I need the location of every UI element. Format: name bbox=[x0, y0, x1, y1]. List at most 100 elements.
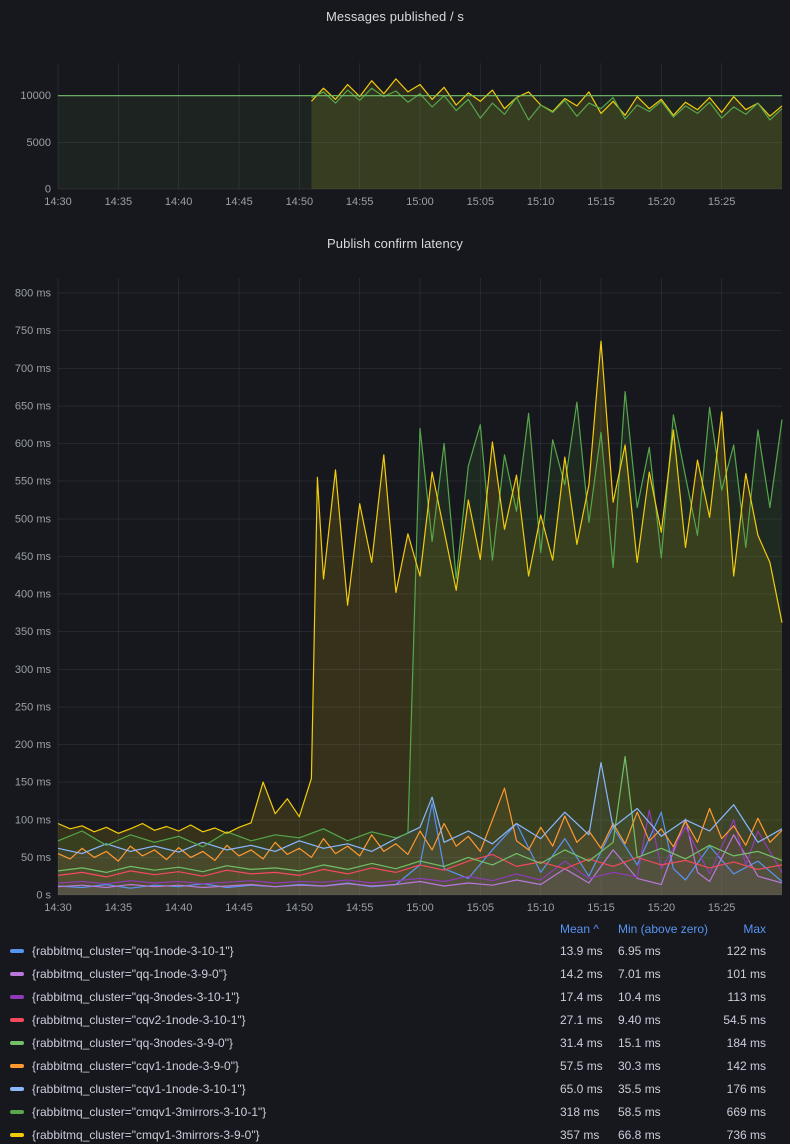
publish-confirm-latency-chart[interactable]: 0 s50 ms100 ms150 ms200 ms250 ms300 ms35… bbox=[0, 270, 790, 918]
legend-mean-value: 17.4 ms bbox=[560, 990, 618, 1004]
legend-header-row: Mean ^ Min (above zero) Max bbox=[0, 918, 790, 939]
series-color-swatch bbox=[10, 995, 24, 999]
legend-min-value: 15.1 ms bbox=[618, 1036, 718, 1050]
legend-min-value: 6.95 ms bbox=[618, 944, 718, 958]
y-tick-label: 10000 bbox=[20, 90, 51, 102]
series-label: {rabbitmq_cluster="cqv1-1node-3-10-1"} bbox=[32, 1082, 246, 1096]
legend-series-cell[interactable]: {rabbitmq_cluster="cqv1-1node-3-10-1"} bbox=[0, 1082, 560, 1096]
x-tick-label: 15:25 bbox=[708, 902, 736, 914]
legend-mean-value: 57.5 ms bbox=[560, 1059, 618, 1073]
legend-series-cell[interactable]: {rabbitmq_cluster="cqv2-1node-3-10-1"} bbox=[0, 1013, 560, 1027]
x-tick-label: 14:45 bbox=[225, 196, 253, 208]
x-tick-label: 15:00 bbox=[406, 902, 434, 914]
x-tick-label: 14:30 bbox=[44, 902, 72, 914]
y-tick-label: 150 ms bbox=[15, 777, 52, 789]
legend-row[interactable]: {rabbitmq_cluster="cmqv1-3mirrors-3-10-1… bbox=[0, 1100, 790, 1123]
legend-min-value: 66.8 ms bbox=[618, 1128, 718, 1142]
y-tick-label: 600 ms bbox=[15, 438, 52, 450]
legend-series-cell[interactable]: {rabbitmq_cluster="cmqv1-3mirrors-3-10-1… bbox=[0, 1105, 560, 1119]
y-tick-label: 50 ms bbox=[21, 852, 51, 864]
x-tick-label: 15:15 bbox=[587, 902, 615, 914]
y-tick-label: 650 ms bbox=[15, 400, 52, 412]
series-label: {rabbitmq_cluster="qq-3nodes-3-9-0"} bbox=[32, 1036, 233, 1050]
legend-series-cell[interactable]: {rabbitmq_cluster="qq-3nodes-3-10-1"} bbox=[0, 990, 560, 1004]
legend-max-value: 184 ms bbox=[718, 1036, 766, 1050]
series-color-swatch bbox=[10, 1018, 24, 1022]
legend-mean-value: 31.4 ms bbox=[560, 1036, 618, 1050]
messages-published-chart[interactable]: 050001000014:3014:3514:4014:4514:5014:55… bbox=[0, 40, 790, 212]
legend-table: Mean ^ Min (above zero) Max {rabbitmq_cl… bbox=[0, 918, 790, 1144]
legend-max-value: 669 ms bbox=[718, 1105, 766, 1119]
legend-mean-value: 13.9 ms bbox=[560, 944, 618, 958]
y-tick-label: 450 ms bbox=[15, 551, 52, 563]
x-tick-label: 14:50 bbox=[286, 902, 314, 914]
legend-row[interactable]: {rabbitmq_cluster="qq-1node-3-10-1"}13.9… bbox=[0, 939, 790, 962]
legend-max-value: 101 ms bbox=[718, 967, 766, 981]
legend-rows: {rabbitmq_cluster="qq-1node-3-10-1"}13.9… bbox=[0, 939, 790, 1144]
legend-row[interactable]: {rabbitmq_cluster="cmqv1-3mirrors-3-9-0"… bbox=[0, 1123, 790, 1144]
legend-series-cell[interactable]: {rabbitmq_cluster="qq-3nodes-3-9-0"} bbox=[0, 1036, 560, 1050]
grafana-dashboard: Messages published / s 0 5000 10000 14:30 14… bbox=[0, 0, 790, 1144]
legend-max-value: 54.5 ms bbox=[718, 1013, 766, 1027]
x-tick-label: 15:00 bbox=[406, 196, 434, 208]
legend-row[interactable]: {rabbitmq_cluster="qq-3nodes-3-10-1"} 17.… bbox=[0, 985, 790, 1008]
legend-max-value: 736 ms bbox=[718, 1128, 766, 1142]
y-tick-label: 300 ms bbox=[15, 664, 52, 676]
series-label: {rabbitmq_cluster="qq-1node-3-9-0"} bbox=[32, 967, 227, 981]
series-color-swatch bbox=[10, 972, 24, 976]
series-label: {rabbitmq_cluster="qq-3nodes-3-10-1"} bbox=[32, 990, 240, 1004]
legend-header-mean[interactable]: Mean ^ bbox=[560, 922, 618, 936]
legend-row[interactable]: {rabbitmq_cluster="qq-3nodes-3-9-0"} 31.4… bbox=[0, 1031, 790, 1054]
legend-min-value: 7.01 ms bbox=[618, 967, 718, 981]
legend-mean-value: 357 ms bbox=[560, 1128, 618, 1142]
x-tick-label: 14:30 bbox=[44, 196, 72, 208]
legend-row[interactable]: {rabbitmq_cluster="cqv1-1node-3-10-1"} 65… bbox=[0, 1077, 790, 1100]
legend-min-value: 35.5 ms bbox=[618, 1082, 718, 1096]
y-tick-label: 5000 bbox=[27, 137, 51, 149]
legend-min-value: 9.40 ms bbox=[618, 1013, 718, 1027]
legend-series-cell[interactable]: {rabbitmq_cluster="qq-1node-3-9-0"} bbox=[0, 967, 560, 981]
legend-max-value: 113 ms bbox=[718, 990, 766, 1004]
x-tick-label: 15:10 bbox=[527, 196, 555, 208]
legend-series-cell[interactable]: {rabbitmq_cluster="qq-1node-3-10-1"} bbox=[0, 944, 560, 958]
series-color-swatch bbox=[10, 949, 24, 953]
x-tick-label: 15:05 bbox=[467, 196, 495, 208]
series-color-swatch bbox=[10, 1110, 24, 1114]
series-color-swatch bbox=[10, 1041, 24, 1045]
legend-header-max[interactable]: Max bbox=[718, 922, 766, 936]
legend-max-value: 176 ms bbox=[718, 1082, 766, 1096]
legend-header-min[interactable]: Min (above zero) bbox=[618, 922, 718, 936]
x-tick-label: 14:55 bbox=[346, 196, 374, 208]
x-tick-label: 14:40 bbox=[165, 902, 193, 914]
x-tick-label: 14:35 bbox=[105, 902, 133, 914]
y-tick-label: 700 ms bbox=[15, 363, 52, 375]
legend-row[interactable]: {rabbitmq_cluster="cqv2-1node-3-10-1"} 27… bbox=[0, 1008, 790, 1031]
y-tick-label: 200 ms bbox=[15, 739, 52, 751]
panel-title-messages-published[interactable]: Messages published / s bbox=[0, 9, 790, 24]
legend-max-value: 142 ms bbox=[718, 1059, 766, 1073]
y-tick-label: 750 ms bbox=[15, 325, 52, 337]
legend-row[interactable]: {rabbitmq_cluster="cqv1-1node-3-9-0"} 57.… bbox=[0, 1054, 790, 1077]
x-tick-label: 15:25 bbox=[708, 196, 736, 208]
x-tick-label: 14:55 bbox=[346, 902, 374, 914]
legend-min-value: 10.4 ms bbox=[618, 990, 718, 1004]
y-tick-label: 250 ms bbox=[15, 701, 52, 713]
y-tick-label: 350 ms bbox=[15, 626, 52, 638]
legend-mean-value: 65.0 ms bbox=[560, 1082, 618, 1096]
y-tick-label: 100 ms bbox=[15, 814, 52, 826]
legend-mean-value: 27.1 ms bbox=[560, 1013, 618, 1027]
legend-min-value: 30.3 ms bbox=[618, 1059, 718, 1073]
panel-title-publish-confirm-latency[interactable]: Publish confirm latency bbox=[0, 236, 790, 251]
panel-messages-published: Messages published / s 0 5000 10000 14:30 14… bbox=[0, 0, 790, 230]
series-label: {rabbitmq_cluster="cqv1-1node-3-9-0"} bbox=[32, 1059, 239, 1073]
y-tick-label: 550 ms bbox=[15, 476, 52, 488]
y-tick-label: 0 bbox=[45, 184, 51, 196]
legend-series-cell[interactable]: {rabbitmq_cluster="cmqv1-3mirrors-3-9-0"… bbox=[0, 1128, 560, 1142]
series-label: {rabbitmq_cluster="cqv2-1node-3-10-1"} bbox=[32, 1013, 246, 1027]
legend-mean-value: 318 ms bbox=[560, 1105, 618, 1119]
x-tick-label: 14:35 bbox=[105, 196, 133, 208]
legend-min-value: 58.5 ms bbox=[618, 1105, 718, 1119]
legend-series-cell[interactable]: {rabbitmq_cluster="cqv1-1node-3-9-0"} bbox=[0, 1059, 560, 1073]
series-color-swatch bbox=[10, 1087, 24, 1091]
legend-row[interactable]: {rabbitmq_cluster="qq-1node-3-9-0"}14.2 … bbox=[0, 962, 790, 985]
